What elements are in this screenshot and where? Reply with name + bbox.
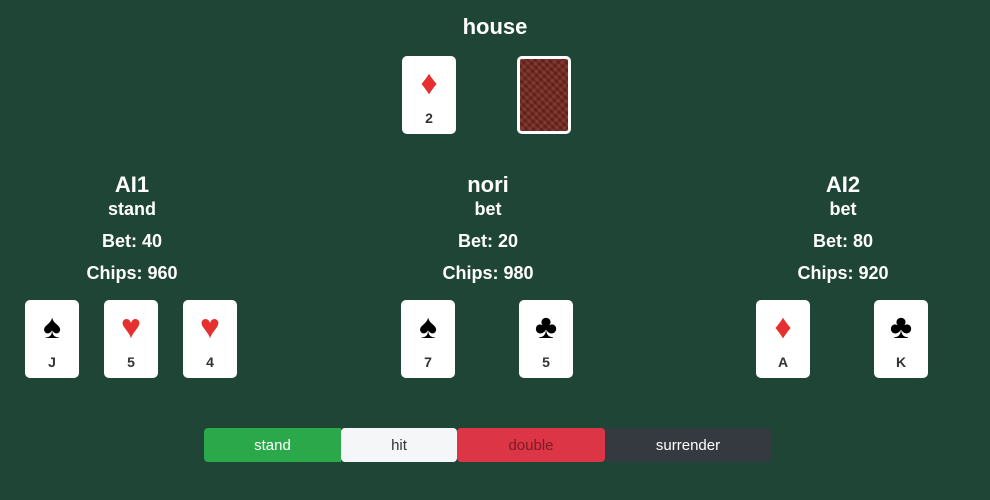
- house-card-face-down: [517, 56, 571, 134]
- nori-card-1: ♠ 7: [401, 300, 455, 378]
- player-name: AI2: [825, 172, 861, 197]
- player-chips: Chips: 920: [797, 263, 889, 283]
- player-status: bet: [829, 199, 857, 219]
- hit-button[interactable]: hit: [341, 428, 457, 462]
- player-name: nori: [467, 172, 509, 197]
- player-name: AI1: [114, 172, 150, 197]
- card-rank: J: [48, 354, 56, 370]
- double-button[interactable]: double: [457, 428, 605, 462]
- player-chips: Chips: 960: [86, 263, 178, 283]
- club-icon: ♣: [534, 308, 558, 346]
- diamond-icon: ♦: [420, 64, 438, 102]
- ai1-card-2: ♥ 5: [104, 300, 158, 378]
- card-rank: K: [895, 354, 907, 370]
- player-chips: Chips: 980: [442, 263, 534, 283]
- house-card-1: ♦ 2: [402, 56, 456, 134]
- player-bet: Bet: 80: [812, 231, 874, 251]
- surrender-button[interactable]: surrender: [605, 428, 771, 462]
- player-ai2: AI2 bet Bet: 80 Chips: 920: [693, 172, 990, 284]
- ai1-card-3: ♥ 4: [183, 300, 237, 378]
- card-rank: 5: [542, 354, 550, 370]
- heart-icon: ♥: [120, 308, 142, 346]
- ai1-card-1: ♠ J: [25, 300, 79, 378]
- heart-icon: ♥: [199, 308, 221, 346]
- player-status: stand: [107, 199, 156, 219]
- card-rank: 2: [425, 110, 433, 126]
- spade-icon: ♠: [42, 308, 62, 346]
- player-bet: Bet: 20: [457, 231, 519, 251]
- nori-card-2: ♣ 5: [519, 300, 573, 378]
- player-nori: nori bet Bet: 20 Chips: 980: [338, 172, 638, 284]
- diamond-icon: ♦: [774, 308, 792, 346]
- club-icon: ♣: [889, 308, 913, 346]
- card-rank: A: [777, 354, 789, 370]
- spade-icon: ♠: [418, 308, 438, 346]
- card-rank: 4: [206, 354, 214, 370]
- player-bet: Bet: 40: [101, 231, 163, 251]
- ai2-card-1: ♦ A: [756, 300, 810, 378]
- card-rank: 7: [424, 354, 432, 370]
- player-ai1: AI1 stand Bet: 40 Chips: 960: [0, 172, 282, 284]
- ai2-card-2: ♣ K: [874, 300, 928, 378]
- stand-button[interactable]: stand: [204, 428, 341, 462]
- house-name: house: [462, 14, 528, 39]
- player-status: bet: [474, 199, 502, 219]
- card-rank: 5: [127, 354, 135, 370]
